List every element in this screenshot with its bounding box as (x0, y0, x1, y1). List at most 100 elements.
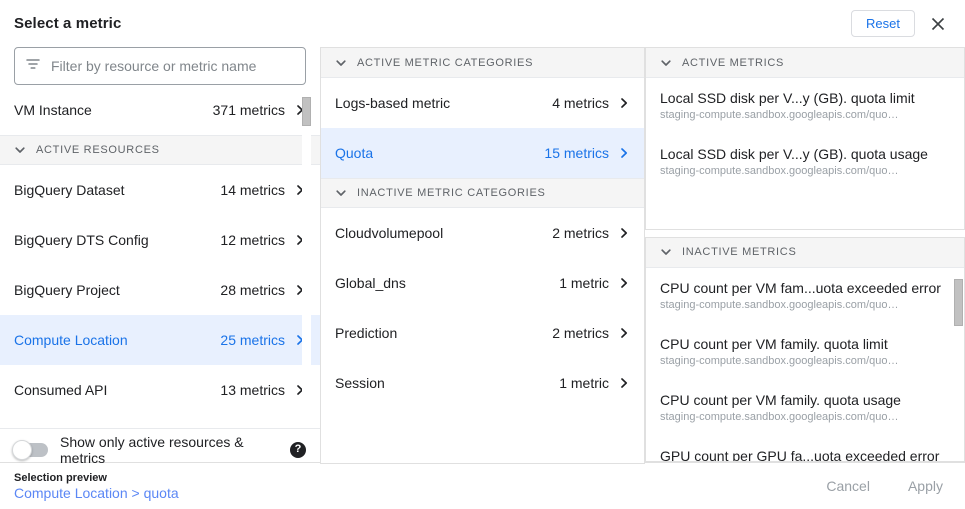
section-header-active-metric-categories[interactable]: ACTIVE METRIC CATEGORIES (321, 48, 644, 78)
resource-row-bigquery-dts-config[interactable]: BigQuery DTS Config 12 metrics (0, 215, 320, 265)
section-header-label: ACTIVE METRIC CATEGORIES (357, 57, 533, 69)
resource-row-compute-location[interactable]: Compute Location 25 metrics (0, 315, 320, 365)
dialog-header: Select a metric Reset (0, 0, 965, 47)
inactive-metrics-panel: INACTIVE METRICS CPU count per VM fam...… (645, 237, 965, 462)
resource-count: 371 metrics (213, 102, 285, 118)
search-field-wrapper (0, 47, 320, 85)
category-count: 15 metrics (544, 145, 609, 161)
cancel-button[interactable]: Cancel (818, 472, 878, 500)
category-count: 1 metric (559, 275, 609, 291)
metric-resource-path: staging-compute.sandbox.googleapis.com/q… (660, 164, 950, 179)
reset-button[interactable]: Reset (851, 10, 915, 38)
inactive-metrics-list[interactable]: CPU count per VM fam...uota exceeded err… (646, 268, 964, 461)
category-row-logs-based-metric[interactable]: Logs-based metric 4 metrics (321, 78, 644, 128)
metric-categories-panel: ACTIVE METRIC CATEGORIES Logs-based metr… (320, 47, 645, 464)
metric-name: GPU count per GPU fa...uota exceeded err… (660, 447, 950, 461)
search-box[interactable] (14, 47, 306, 85)
resource-count: 28 metrics (220, 282, 285, 298)
category-count: 2 metrics (552, 325, 609, 341)
resource-count: 14 metrics (220, 182, 285, 198)
active-only-toggle-row: Show only active resources & metrics ? (0, 428, 320, 470)
metric-row[interactable]: GPU count per GPU fa...uota exceeded err… (646, 435, 964, 461)
metric-row[interactable]: CPU count per VM family. quota usage sta… (646, 379, 964, 435)
section-header-inactive-metric-categories[interactable]: INACTIVE METRIC CATEGORIES (321, 178, 644, 208)
metric-name: CPU count per VM family. quota usage (660, 391, 950, 409)
category-row-prediction[interactable]: Prediction 2 metrics (321, 308, 644, 358)
metric-row[interactable]: Local SSD disk per V...y (GB). quota usa… (646, 133, 964, 189)
resources-column: VM Instance 371 metrics ACTIVE RESOURCES… (0, 47, 320, 462)
resource-label: BigQuery Dataset (14, 182, 125, 198)
category-label: Session (335, 375, 385, 391)
resource-label: BigQuery Project (14, 282, 120, 298)
resource-count: 13 metrics (220, 382, 285, 398)
resource-label: Consumed API (14, 382, 107, 398)
active-metrics-panel: ACTIVE METRICS Local SSD disk per V...y … (645, 47, 965, 230)
resource-row-vm-instance[interactable]: VM Instance 371 metrics (0, 85, 320, 135)
resources-scroll-area[interactable]: VM Instance 371 metrics ACTIVE RESOURCES… (0, 85, 320, 428)
show-only-active-toggle[interactable] (14, 443, 48, 457)
resource-label: VM Instance (14, 102, 92, 118)
resource-count: 12 metrics (220, 232, 285, 248)
toggle-label: Show only active resources & metrics (60, 434, 278, 466)
category-row-global-dns[interactable]: Global_dns 1 metric (321, 258, 644, 308)
category-row-cloudvolumepool[interactable]: Cloudvolumepool 2 metrics (321, 208, 644, 258)
section-header-active-metrics[interactable]: ACTIVE METRICS (646, 48, 964, 78)
metric-row[interactable]: Local SSD disk per V...y (GB). quota lim… (646, 78, 964, 133)
selection-preview: Selection preview Compute Location > quo… (14, 472, 179, 501)
footer-actions: Cancel Apply (818, 472, 951, 500)
category-count: 4 metrics (552, 95, 609, 111)
breadcrumb[interactable]: Compute Location > quota (14, 485, 179, 501)
metric-categories-column: ACTIVE METRIC CATEGORIES Logs-based metr… (320, 47, 645, 462)
section-header-active-resources[interactable]: ACTIVE RESOURCES (0, 135, 320, 165)
category-label: Quota (335, 145, 373, 161)
help-icon[interactable]: ? (290, 442, 306, 458)
chevron-right-icon (618, 377, 630, 389)
close-button[interactable] (925, 11, 951, 37)
metric-name: CPU count per VM fam...uota exceeded err… (660, 279, 950, 297)
metric-name: CPU count per VM family. quota limit (660, 335, 950, 353)
resources-scrollbar[interactable] (302, 85, 311, 428)
resource-row-bigquery-dataset[interactable]: BigQuery Dataset 14 metrics (0, 165, 320, 215)
chevron-down-icon (660, 246, 672, 258)
filter-icon (25, 56, 41, 77)
metric-name: Local SSD disk per V...y (GB). quota usa… (660, 145, 950, 163)
chevron-down-icon (335, 187, 347, 199)
section-header-label: ACTIVE RESOURCES (36, 144, 160, 156)
active-metrics-list[interactable]: Local SSD disk per V...y (GB). quota lim… (646, 78, 964, 229)
category-count: 2 metrics (552, 225, 609, 241)
toggle-knob (12, 440, 32, 460)
category-row-quota[interactable]: Quota 15 metrics (321, 128, 644, 178)
chevron-right-icon (618, 227, 630, 239)
chevron-down-icon (14, 144, 26, 156)
apply-button[interactable]: Apply (900, 472, 951, 500)
category-label: Logs-based metric (335, 95, 450, 111)
section-header-inactive-metrics[interactable]: INACTIVE METRICS (646, 238, 964, 268)
metric-resource-path: staging-compute.sandbox.googleapis.com/q… (660, 298, 950, 313)
resource-row-consumed-api[interactable]: Consumed API 13 metrics (0, 365, 320, 415)
chevron-right-icon (618, 327, 630, 339)
category-label: Cloudvolumepool (335, 225, 443, 241)
metric-row[interactable]: CPU count per VM family. quota limit sta… (646, 323, 964, 379)
scrollbar-thumb[interactable] (302, 97, 311, 126)
dialog-body: VM Instance 371 metrics ACTIVE RESOURCES… (0, 47, 965, 462)
chevron-down-icon (335, 57, 347, 69)
metric-name: Local SSD disk per V...y (GB). quota lim… (660, 89, 950, 107)
inactive-metrics-scrollbar[interactable] (954, 268, 963, 461)
chevron-right-icon (618, 147, 630, 159)
metrics-column: ACTIVE METRICS Local SSD disk per V...y … (645, 47, 965, 462)
header-actions: Reset (851, 10, 951, 38)
section-header-label: INACTIVE METRICS (682, 246, 797, 258)
close-icon (930, 16, 946, 32)
category-row-session[interactable]: Session 1 metric (321, 358, 644, 408)
resource-row-bigquery-project[interactable]: BigQuery Project 28 metrics (0, 265, 320, 315)
selection-preview-label: Selection preview (14, 472, 179, 484)
resource-label: BigQuery DTS Config (14, 232, 149, 248)
search-input[interactable] (51, 58, 295, 74)
chevron-right-icon (618, 277, 630, 289)
resource-count: 25 metrics (220, 332, 285, 348)
metric-row[interactable]: CPU count per VM fam...uota exceeded err… (646, 268, 964, 323)
resource-label: Compute Location (14, 332, 128, 348)
metric-resource-path: staging-compute.sandbox.googleapis.com/q… (660, 108, 950, 123)
scrollbar-thumb[interactable] (954, 279, 963, 326)
metric-resource-path: staging-compute.sandbox.googleapis.com/q… (660, 354, 950, 369)
